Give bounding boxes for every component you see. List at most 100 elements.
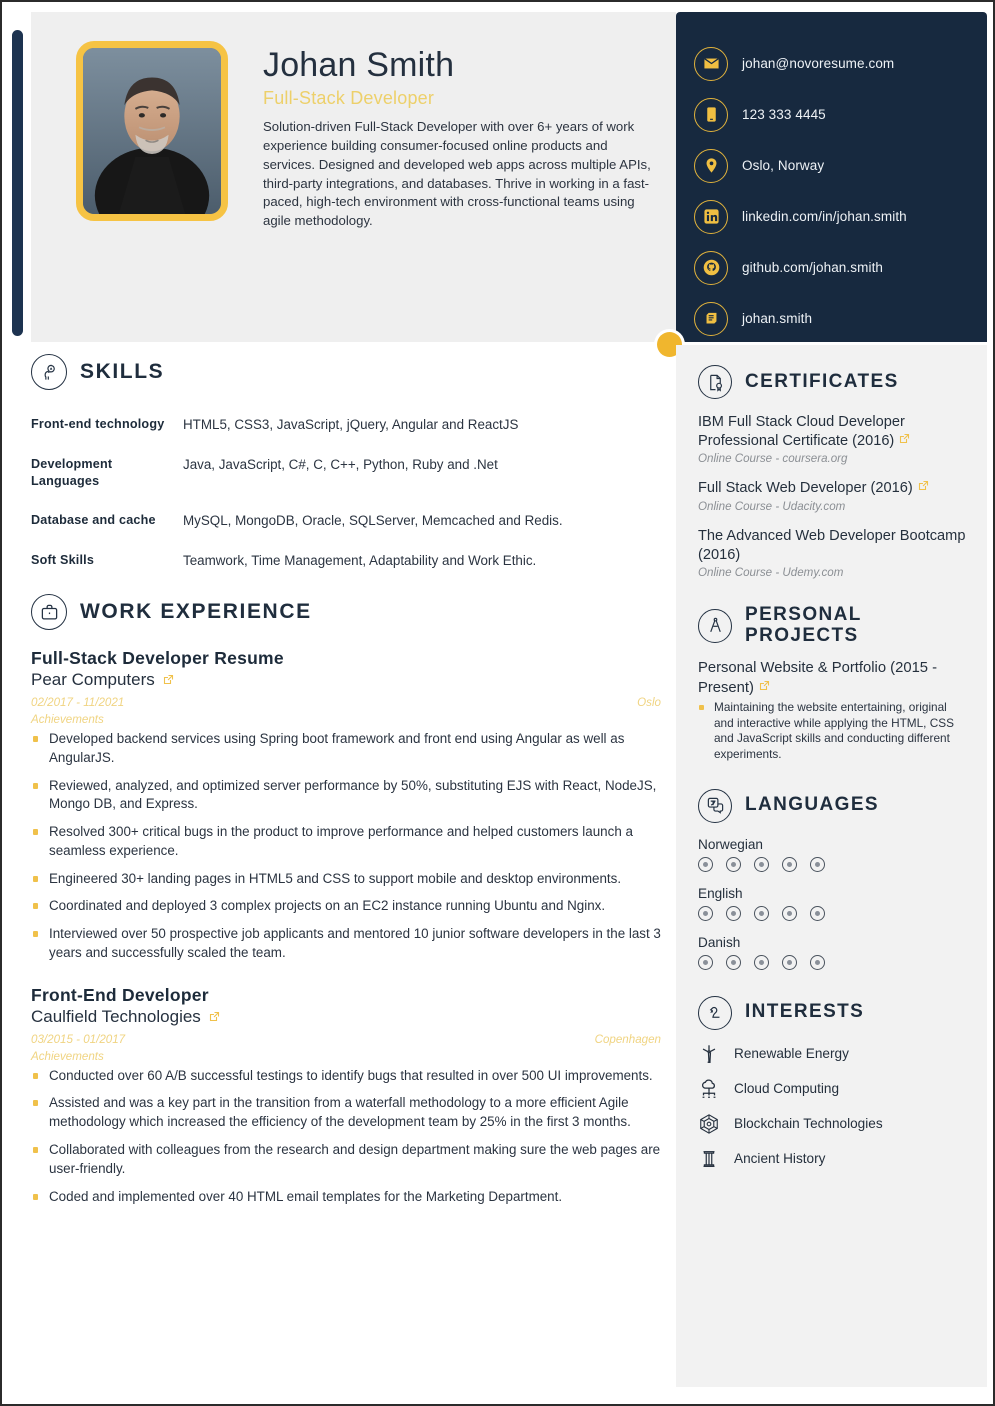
contact-item-location[interactable]: Oslo, Norway [694, 140, 987, 191]
project-title[interactable]: Personal Website & Portfolio (2015 - Pre… [698, 659, 967, 697]
job-bullet: Collaborated with colleagues from the re… [31, 1141, 661, 1179]
job-role: Front-End Developer [31, 984, 209, 1005]
interest-label: Cloud Computing [734, 1081, 840, 1097]
certificate-title[interactable]: Full Stack Web Developer (2016) [698, 479, 967, 498]
contact-value: 123 333 4445 [742, 107, 826, 122]
job-bullet-list: Conducted over 60 A/B successful testing… [31, 1067, 661, 1207]
certificate-title-text: IBM Full Stack Cloud Developer Professio… [698, 414, 905, 449]
contact-item-phone[interactable]: 123 333 4445 [694, 89, 987, 140]
skill-label: Development Languages [31, 457, 113, 488]
profile-summary: Solution-driven Full-Stack Developer wit… [263, 119, 651, 229]
skill-row: Database and cache MySQL, MongoDB, Oracl… [31, 512, 661, 530]
job-meta: 02/2017 - 11/2021 Oslo [31, 696, 661, 709]
skill-label: Database and cache [31, 512, 156, 527]
page-title: Johan Smith [263, 46, 455, 84]
contact-value: johan.smith [742, 311, 813, 326]
contact-item-email[interactable]: johan@novoresume.com [694, 38, 987, 89]
job-company[interactable]: Pear Computers [31, 670, 661, 690]
language-name: Norwegian [698, 836, 763, 852]
cloud-network-icon [698, 1078, 722, 1100]
language-name: English [698, 885, 743, 901]
column-icon [698, 1148, 722, 1170]
contact-item-linkedin[interactable]: linkedin.com/in/johan.smith [694, 191, 987, 242]
language-name: Danish [698, 934, 741, 950]
level-dot [726, 954, 741, 970]
certificate-title: The Advanced Web Developer Bootcamp (201… [698, 528, 966, 563]
contact-list: johan@novoresume.com 123 333 4445 Oslo, … [676, 12, 987, 344]
chess-knight-icon [698, 995, 732, 1030]
header-text-block: Johan Smith Full-Stack Developer Solutio… [263, 46, 663, 231]
section-title: SKILLS [80, 359, 165, 383]
section-title: WORK EXPERIENCE [80, 599, 312, 623]
location-icon [694, 148, 728, 183]
interest-label: Blockchain Technologies [734, 1116, 883, 1132]
job-title: Full-Stack Developer [263, 88, 435, 109]
interest-item: Cloud Computing [698, 1078, 967, 1100]
job-bullet-list: Developed backend services using Spring … [31, 730, 661, 963]
project-bullet-list: Maintaining the website entertaining, or… [698, 700, 967, 763]
linkedin-icon [694, 199, 728, 234]
job-bullet: Interviewed over 50 prospective job appl… [31, 925, 661, 963]
level-dot [726, 856, 741, 872]
main-column: SKILLS Front-end technology HTML5, CSS3,… [31, 354, 661, 1215]
job-entry: Full-Stack Developer Resume Pear Compute… [31, 648, 661, 963]
skill-label: Soft Skills [31, 552, 95, 567]
level-dot [754, 954, 769, 970]
right-column: CERTIFICATES IBM Full Stack Cloud Develo… [676, 345, 987, 1387]
contact-value: linkedin.com/in/johan.smith [742, 209, 907, 224]
skill-value: HTML5, CSS3, JavaScript, jQuery, Angular… [183, 417, 519, 432]
section-header-personal-projects: PERSONAL PROJECTS [698, 605, 967, 646]
level-dot [782, 954, 797, 970]
section-title: CERTIFICATES [745, 370, 899, 392]
job-meta: 03/2015 - 01/2017 Copenhagen [31, 1033, 661, 1046]
job-company[interactable]: Caulfield Technologies [31, 1007, 661, 1027]
work-experience-section: WORK EXPERIENCE Full-Stack Developer Res… [31, 594, 661, 1206]
skills-list: Front-end technology HTML5, CSS3, JavaSc… [31, 416, 661, 570]
skill-value: MySQL, MongoDB, Oracle, SQLServer, Memca… [183, 512, 563, 528]
contact-value: Oslo, Norway [742, 158, 825, 173]
external-link-icon[interactable] [898, 433, 910, 445]
contact-item-skype[interactable]: johan.smith [694, 293, 987, 344]
project-title-text: Personal Website & Portfolio (2015 - Pre… [698, 660, 938, 696]
interests-section: INTERESTS Renewable Energy Cloud Computi… [698, 995, 967, 1170]
profile-photo-icon [83, 48, 221, 214]
language-item: English [698, 886, 967, 921]
certificate-item: The Advanced Web Developer Bootcamp (201… [698, 527, 967, 579]
interest-label: Renewable Energy [734, 1046, 849, 1062]
contact-value: johan@novoresume.com [742, 56, 895, 71]
phone-icon [694, 97, 728, 132]
level-dot [810, 954, 825, 970]
achievements-label: Achievements [31, 713, 104, 727]
blockchain-icon [698, 1113, 722, 1135]
language-level-dots [698, 905, 967, 921]
external-link-icon[interactable] [917, 480, 929, 492]
language-level-dots [698, 856, 967, 872]
achievements-label: Achievements [31, 1049, 104, 1063]
header-card: Johan Smith Full-Stack Developer Solutio… [31, 12, 676, 342]
compass-icon [698, 608, 732, 643]
section-title: PERSONAL PROJECTS [745, 604, 862, 646]
job-bullet: Conducted over 60 A/B successful testing… [31, 1067, 661, 1086]
job-role: Full-Stack Developer Resume [31, 648, 284, 669]
section-header-skills: SKILLS [31, 354, 661, 390]
certificate-title[interactable]: IBM Full Stack Cloud Developer Professio… [698, 413, 967, 450]
section-header-interests: INTERESTS [698, 995, 967, 1030]
job-bullet: Developed backend services using Spring … [31, 730, 661, 768]
level-dot [698, 856, 713, 872]
job-bullet: Coordinated and deployed 3 complex proje… [31, 897, 661, 916]
certificate-subtitle: Online Course - Udemy.com [698, 566, 844, 580]
level-dot [782, 905, 797, 921]
external-link-icon[interactable] [208, 1011, 220, 1023]
skype-icon [694, 301, 728, 336]
certificate-title-text: Full Stack Web Developer (2016) [698, 480, 913, 497]
contact-item-github[interactable]: github.com/johan.smith [694, 242, 987, 293]
job-bullet: Assisted and was a key part in the trans… [31, 1094, 661, 1132]
contact-panel: johan@novoresume.com 123 333 4445 Oslo, … [676, 12, 987, 342]
section-header-work-experience: WORK EXPERIENCE [31, 594, 661, 631]
level-dot [810, 905, 825, 921]
level-dot [810, 856, 825, 872]
job-entry: Front-End Developer Caulfield Technologi… [31, 985, 661, 1207]
lightbulb-head-icon [31, 354, 67, 390]
external-link-icon[interactable] [162, 674, 174, 686]
external-link-icon[interactable] [758, 680, 770, 692]
